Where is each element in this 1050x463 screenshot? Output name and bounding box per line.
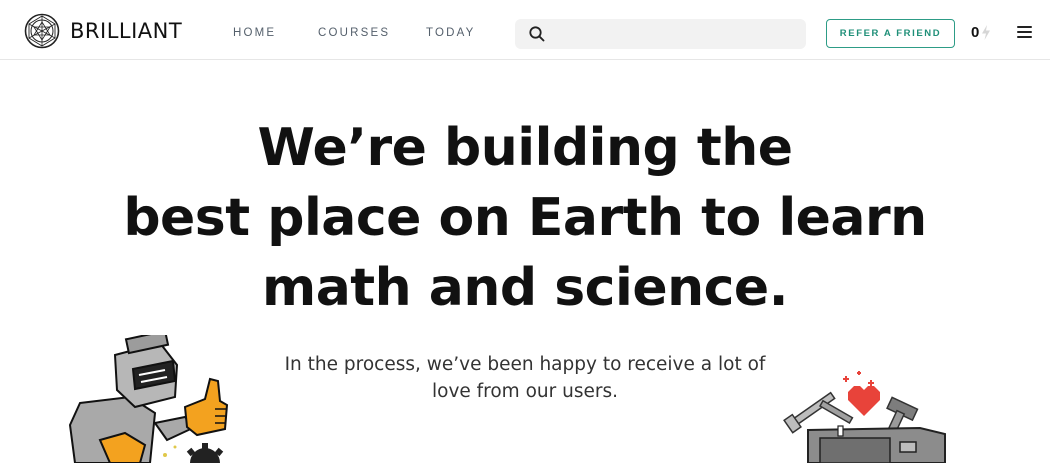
- nav-link-home[interactable]: HOME: [233, 27, 276, 39]
- hero-title-line: best place on Earth to learn: [123, 188, 927, 248]
- search-icon: [529, 26, 545, 42]
- lightning-bolt-icon: [982, 25, 991, 40]
- brand-logo[interactable]: BRILLIANT: [24, 13, 182, 49]
- streak-count: 0: [971, 24, 980, 41]
- refer-a-friend-button[interactable]: REFER A FRIEND: [826, 19, 955, 48]
- brand-name: BRILLIANT: [70, 19, 183, 43]
- search-input[interactable]: [555, 19, 800, 49]
- workshop-heart-illustration: [783, 371, 946, 463]
- nav-link-today[interactable]: TODAY: [426, 27, 476, 39]
- streak-counter[interactable]: 0: [971, 24, 991, 41]
- brilliant-globe-icon: [24, 13, 60, 49]
- hero-title-line: math and science.: [262, 258, 788, 318]
- top-navbar: BRILLIANT HOME COURSES TODAY REFER A FRI…: [0, 0, 1050, 60]
- search-box[interactable]: [515, 19, 806, 49]
- hero-title-line: We’re building the: [257, 118, 793, 178]
- hamburger-menu-icon[interactable]: [1017, 26, 1032, 38]
- hero-title: We’re building the best place on Earth t…: [0, 113, 1050, 323]
- nav-link-courses[interactable]: COURSES: [318, 27, 390, 39]
- robot-thumbs-up-illustration: [68, 335, 229, 463]
